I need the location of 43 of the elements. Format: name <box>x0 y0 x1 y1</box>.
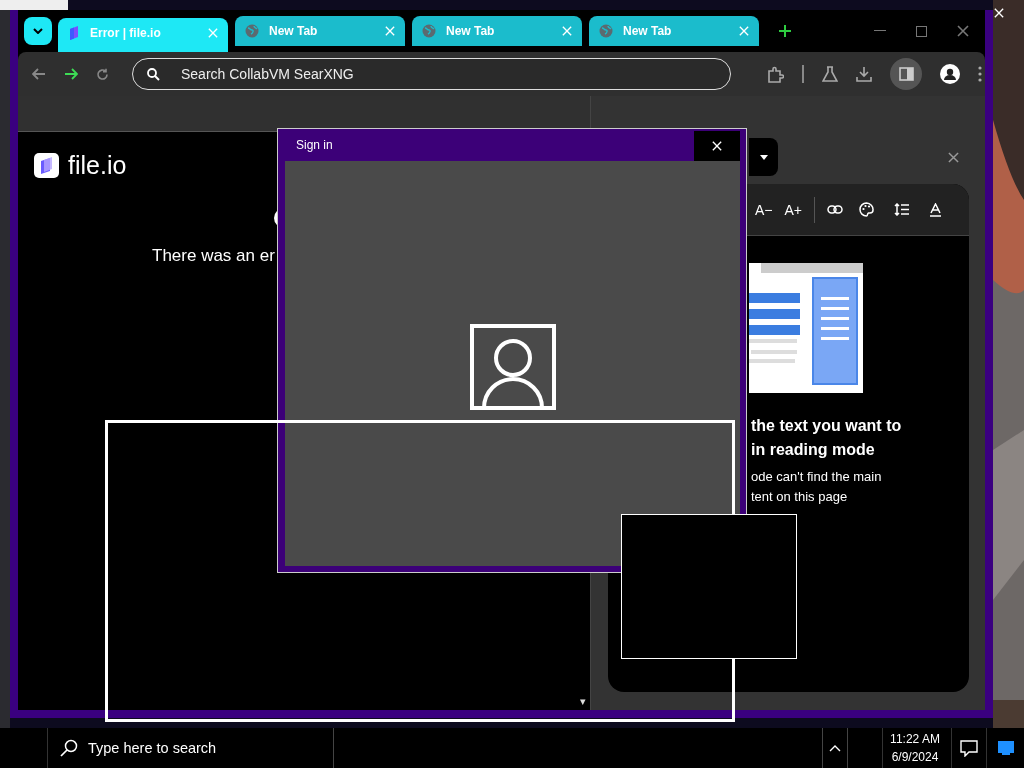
body-text: ode can't find the main <box>751 468 883 486</box>
flask-icon[interactable] <box>822 66 838 82</box>
close-button[interactable] <box>694 131 740 161</box>
line-spacing-icon[interactable] <box>894 203 910 216</box>
new-tab-icon[interactable] <box>779 25 791 37</box>
tab-search-button[interactable] <box>24 17 52 45</box>
puzzle-icon[interactable] <box>767 65 784 83</box>
file-logo-icon <box>34 153 59 178</box>
search-icon <box>60 739 78 757</box>
heading-text: in reading mode <box>751 440 876 460</box>
reload-icon[interactable] <box>96 67 109 81</box>
download-icon[interactable] <box>856 66 872 82</box>
side-panel-icon <box>898 67 914 81</box>
heading-text: the text you want to <box>751 416 903 436</box>
dialog-title: Sign in <box>296 138 333 152</box>
font-size-button[interactable]: A+ <box>784 201 803 218</box>
letter-spacing-icon[interactable] <box>929 202 943 217</box>
minimize-icon[interactable] <box>874 30 886 32</box>
caret-icon <box>759 154 768 160</box>
font-size-button[interactable]: A− <box>755 201 773 218</box>
globe-icon <box>245 24 259 38</box>
globe-icon <box>599 24 613 38</box>
caret-icon <box>33 28 43 34</box>
file-logo-icon <box>68 26 80 40</box>
forward-icon[interactable] <box>64 68 78 80</box>
globe-icon <box>422 24 436 38</box>
tray-chevron-icon[interactable] <box>822 728 848 768</box>
taskbar-search-field[interactable]: Type here to search <box>47 728 334 768</box>
profile-icon[interactable] <box>940 64 960 84</box>
palette-icon[interactable] <box>859 202 875 217</box>
scroll-arrow[interactable]: ▾ <box>580 695 586 708</box>
more-icon[interactable] <box>978 66 982 82</box>
back-icon[interactable] <box>32 68 46 80</box>
body-text: tent on this page <box>751 488 849 506</box>
address-bar[interactable]: Search CollabVM SearXNG <box>132 58 731 90</box>
user-icon <box>469 324 556 410</box>
side-panel-button[interactable] <box>890 58 922 90</box>
logo-text: file.io <box>68 151 127 180</box>
maximize-icon[interactable] <box>916 25 927 37</box>
close-icon <box>712 141 722 151</box>
error-message: There was an er <box>152 246 275 266</box>
link-icon[interactable] <box>827 205 844 214</box>
taskbar-clock[interactable]: 11:22 AM 6/9/2024 <box>882 728 947 768</box>
